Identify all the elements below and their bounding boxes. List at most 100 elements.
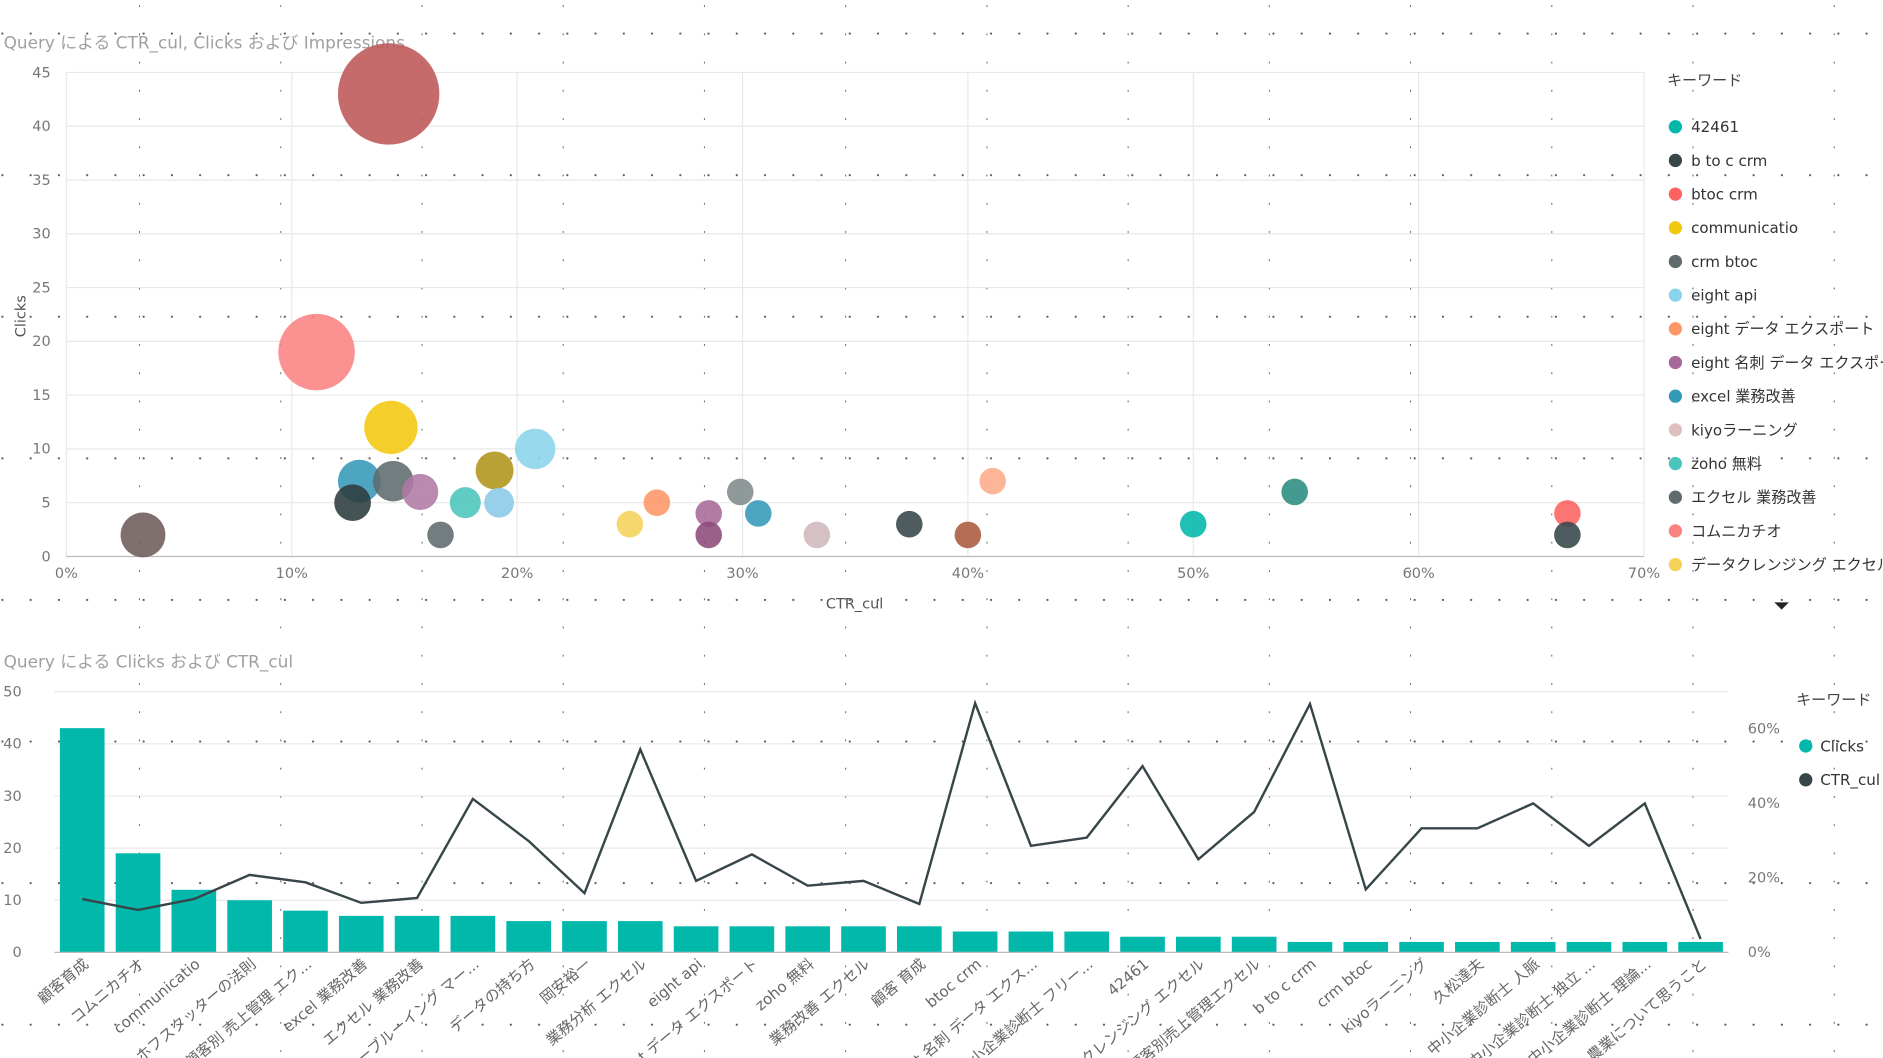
y-tick-label: 25 [32, 280, 50, 296]
bubble [514, 428, 556, 470]
x-tick-label: 40% [952, 566, 984, 582]
y-tick-label: 0 [41, 549, 50, 565]
x-tick-label: 0% [55, 566, 78, 582]
bubble [745, 500, 772, 527]
clicks-bar [673, 926, 719, 953]
legend-marker [1668, 557, 1683, 572]
combo-title: Query による Clicks および CTR_cul [4, 652, 293, 673]
x-tick-label: 20% [501, 566, 533, 582]
y-tick-label: 30 [3, 789, 21, 805]
legend-label: eight データ エクスポート [1691, 320, 1874, 338]
scatter-title: Query による CTR_cul, Clicks および Impression… [4, 32, 405, 53]
legend-marker [1668, 221, 1683, 235]
legend-marker [1668, 389, 1683, 403]
bubble [337, 43, 440, 145]
clicks-bar [1343, 941, 1389, 953]
clicks-bar [338, 915, 384, 953]
bubble [695, 521, 722, 549]
y-tick-label: 15 [32, 388, 50, 404]
legend-label: エクセル 業務改善 [1691, 489, 1816, 507]
bubble [896, 510, 923, 538]
legend-marker [1668, 490, 1683, 504]
legend-label: eight api [1691, 287, 1757, 305]
clicks-bar [283, 910, 328, 953]
report-canvas: Query による CTR_cul, Clicks および Impression… [0, 0, 1883, 1058]
y-tick-label: 10 [32, 442, 50, 458]
clicks-bar [450, 915, 496, 953]
clicks-bar [952, 931, 998, 953]
bubble [484, 487, 515, 518]
y2-tick-label: 40% [1748, 796, 1780, 812]
clicks-bar [1120, 936, 1165, 953]
clicks-bar [1678, 941, 1723, 953]
clicks-bar [394, 915, 440, 953]
y-tick-label: 45 [32, 65, 50, 81]
y-tick-label: 10 [3, 893, 21, 909]
clicks-bar [1176, 936, 1221, 953]
bubble [402, 473, 439, 510]
legend-label: crm btoc [1691, 253, 1758, 271]
legend-marker [1668, 187, 1683, 201]
legend-label: 42461 [1691, 118, 1739, 136]
legend-marker [1668, 322, 1683, 336]
bubble [1179, 510, 1207, 538]
bubble [120, 512, 166, 558]
clicks-bar [506, 921, 551, 953]
bubble [954, 521, 982, 549]
x-tick-label: 10% [276, 566, 308, 582]
bubble [364, 400, 418, 455]
bubble [427, 521, 454, 549]
y-tick-label: 40 [3, 737, 21, 753]
legend-marker [1668, 524, 1683, 538]
clicks-bar [1287, 941, 1333, 953]
legend-label: btoc crm [1691, 186, 1758, 204]
clicks-bar [896, 926, 942, 953]
legend-marker [1668, 153, 1683, 168]
y2-tick-label: 60% [1748, 722, 1780, 738]
clicks-bar [1510, 941, 1556, 953]
clicks-bar [1622, 941, 1668, 953]
bubble [334, 484, 371, 522]
clicks-bar [841, 926, 886, 953]
scatter-y-axis-label: Clicks [13, 295, 29, 337]
y-tick-label: 50 [3, 684, 21, 700]
clicks-bar [617, 921, 663, 953]
legend-label: コムニカチオ [1691, 522, 1781, 540]
legend-label: excel 業務改善 [1691, 388, 1796, 406]
bubble [475, 451, 514, 490]
bubble [979, 467, 1006, 495]
bubble [616, 510, 644, 538]
legend-marker [1799, 739, 1813, 753]
legend-label: Clicks [1820, 737, 1864, 755]
legend-marker [1668, 456, 1683, 471]
bubble [449, 487, 481, 519]
legend-label: communicatio [1691, 219, 1798, 237]
bubble [643, 489, 671, 516]
x-tick-label: 30% [726, 566, 758, 582]
legend-marker [1668, 355, 1683, 370]
x-tick-label: 60% [1403, 566, 1435, 582]
x-tick-label: 70% [1628, 566, 1660, 582]
x-tick-label: 50% [1177, 566, 1209, 582]
legend-label: CTR_cul [1820, 771, 1880, 790]
legend-marker [1668, 423, 1683, 437]
clicks-bar [1231, 936, 1277, 953]
legend-marker [1668, 254, 1683, 269]
legend-marker [1799, 773, 1813, 787]
scatter-visual[interactable]: Query による CTR_cul, Clicks および Impression… [0, 27, 1883, 618]
clicks-bar [115, 853, 161, 953]
legend-label: データクレンジング エクセル [1691, 556, 1883, 574]
bubble [278, 313, 355, 391]
legend-marker [1668, 288, 1683, 302]
legend-label: b to c crm [1691, 152, 1767, 170]
clicks-bar [729, 926, 775, 953]
clicks-bar [1399, 941, 1444, 953]
clicks-bar [1566, 941, 1612, 953]
y-tick-label: 35 [32, 173, 50, 189]
clicks-bar [562, 921, 607, 953]
bubble [1554, 521, 1581, 549]
y-tick-label: 20 [3, 841, 21, 857]
y2-tick-label: 0% [1748, 945, 1771, 961]
y-tick-label: 5 [41, 496, 50, 512]
bubble [803, 521, 831, 549]
